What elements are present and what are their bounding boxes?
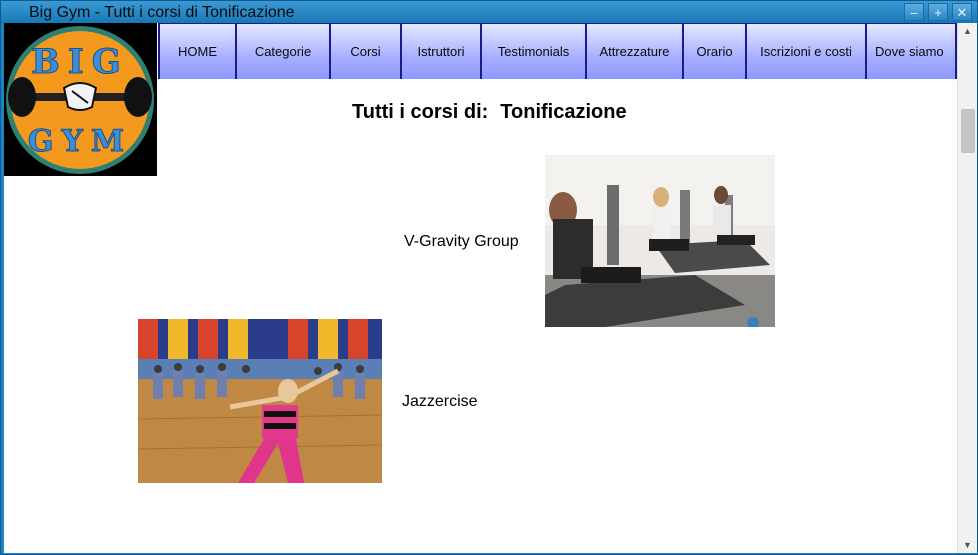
nav-categorie[interactable]: Categorie — [237, 23, 331, 79]
minimize-button[interactable]: – — [904, 3, 924, 21]
nav-home[interactable]: HOME — [158, 23, 237, 79]
nav-testimonials[interactable]: Testimonials — [482, 23, 587, 79]
nav-dove-siamo[interactable]: Dove siamo — [867, 23, 957, 79]
window-title: Big Gym - Tutti i corsi di Tonificazione — [29, 4, 295, 21]
nav-corsi[interactable]: Corsi — [331, 23, 402, 79]
course-name-v-gravity-group[interactable]: V-Gravity Group — [404, 233, 519, 251]
main-navigation: HOME Categorie Corsi Istruttori Testimon… — [158, 23, 957, 79]
nav-iscrizioni-e-costi[interactable]: Iscrizioni e costi — [747, 23, 867, 79]
course-name-jazzercise[interactable]: Jazzercise — [402, 393, 478, 411]
close-button[interactable]: ✕ — [952, 3, 972, 21]
page-content: BIG GYM HOME Categorie Corsi Istruttori … — [4, 23, 957, 553]
logo-top-text: BIG — [31, 42, 129, 82]
vertical-scrollbar[interactable]: ▲ ▼ — [957, 23, 977, 553]
scroll-thumb[interactable] — [961, 109, 975, 153]
logo-graphic: BIG GYM — [6, 26, 154, 174]
big-gym-logo[interactable]: BIG GYM — [4, 23, 157, 176]
title-bar[interactable]: Big Gym - Tutti i corsi di Tonificazione… — [1, 1, 977, 23]
page-title: Tutti i corsi di: Tonificazione — [352, 101, 627, 124]
logo-bottom-text: GYM — [28, 124, 132, 159]
maximize-button[interactable]: + — [928, 3, 948, 21]
nav-istruttori[interactable]: Istruttori — [402, 23, 482, 79]
nav-orario[interactable]: Orario — [684, 23, 747, 79]
jazzercise-photo[interactable] — [138, 319, 382, 483]
page-title-prefix: Tutti i corsi di: — [352, 101, 489, 123]
scroll-up-arrow-icon[interactable]: ▲ — [958, 23, 977, 39]
scroll-down-arrow-icon[interactable]: ▼ — [958, 537, 977, 553]
v-gravity-group-photo[interactable] — [545, 155, 775, 327]
page-title-category: Tonificazione — [500, 101, 627, 123]
browser-window: Big Gym - Tutti i corsi di Tonificazione… — [0, 0, 978, 555]
nav-attrezzature[interactable]: Attrezzature — [587, 23, 684, 79]
